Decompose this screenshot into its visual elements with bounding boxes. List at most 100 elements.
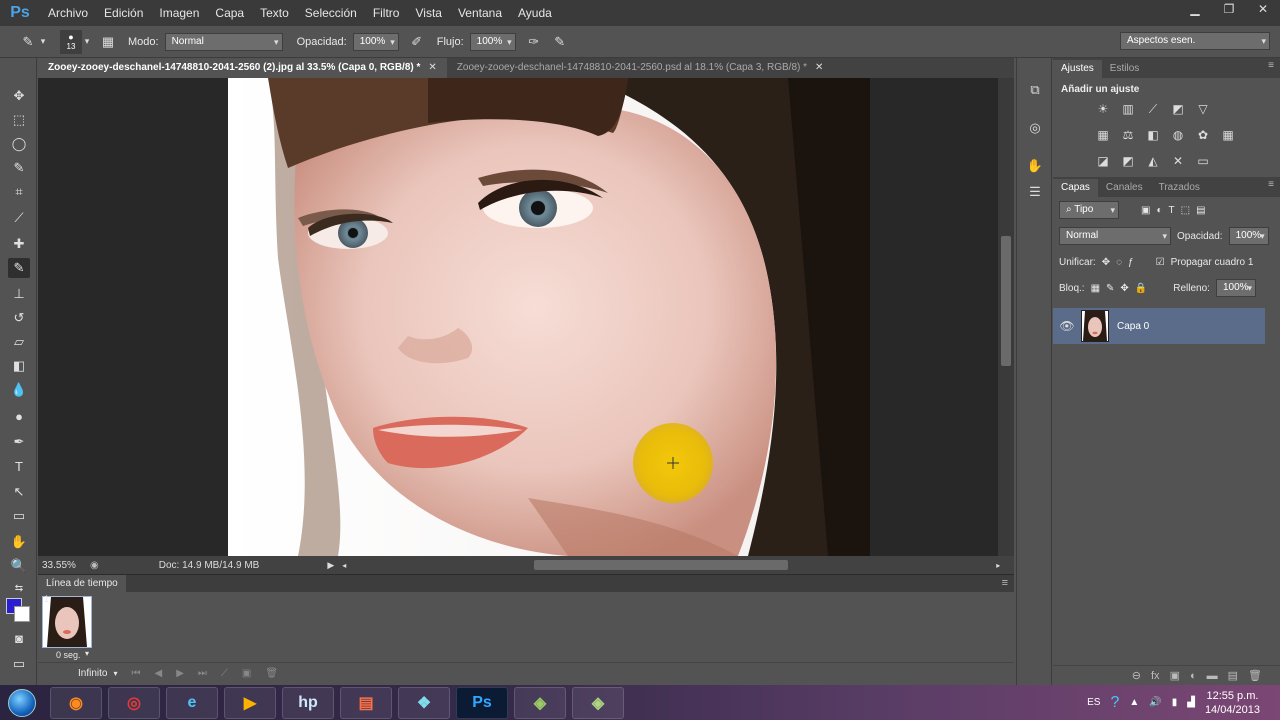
scrollbar-thumb[interactable] <box>1001 236 1011 366</box>
chevron-down-icon[interactable]: ▾ <box>38 32 48 52</box>
new-layer-icon[interactable]: ▤ <box>1228 669 1238 682</box>
vertical-scrollbar[interactable] <box>998 78 1014 556</box>
layer-opacity-field[interactable]: 100% <box>1228 227 1269 245</box>
chevron-down-icon[interactable]: ▾ <box>82 32 92 52</box>
menu-ventana[interactable]: Ventana <box>450 6 510 20</box>
lock-transparency-icon[interactable]: ▦ <box>1091 283 1100 294</box>
hand-tool-icon[interactable]: ✋ <box>8 532 30 552</box>
flow-field[interactable]: 100% <box>469 32 516 51</box>
loop-select[interactable]: Infinito <box>78 668 107 679</box>
brush-size-picker[interactable]: ● 13 <box>60 29 82 54</box>
brush-panel-icon[interactable]: ▦ <box>98 32 118 52</box>
help-icon[interactable]: ? <box>1110 694 1119 712</box>
tween-icon[interactable]: ⟋ <box>221 668 228 679</box>
eye-icon[interactable]: 👁 <box>1053 319 1081 333</box>
unify-style-icon[interactable]: ƒ <box>1128 257 1134 268</box>
channel-mixer-icon[interactable]: ✿ <box>1193 125 1213 145</box>
black-white-icon[interactable]: ◧ <box>1143 125 1163 145</box>
move-tool-icon[interactable]: ✥ <box>8 86 30 106</box>
next-frame-icon[interactable]: ⏭ <box>198 668 207 679</box>
gradient-map-icon[interactable]: ▭ <box>1193 151 1213 171</box>
properties-icon[interactable]: ◎ <box>1025 120 1045 140</box>
color-lookup-icon[interactable]: ▦ <box>1218 125 1238 145</box>
background-color-swatch[interactable] <box>14 606 30 622</box>
adjustment-filter-icon[interactable]: ◐ <box>1156 205 1162 216</box>
tab-ajustes[interactable]: Ajustes <box>1053 60 1102 78</box>
first-frame-icon[interactable]: ⏮ <box>131 668 140 679</box>
marquee-tool-icon[interactable]: ⬚ <box>8 110 30 130</box>
crop-tool-icon[interactable]: ⌗ <box>8 182 30 202</box>
timeline-tab[interactable]: Línea de tiempo <box>38 575 126 593</box>
trash-icon[interactable]: 🗑 <box>1248 669 1262 682</box>
close-tab-icon[interactable]: ✕ <box>815 58 823 78</box>
history-brush-tool-icon[interactable]: ↺ <box>8 308 30 328</box>
tab-trazados[interactable]: Trazados <box>1151 179 1208 197</box>
volume-icon[interactable]: 🔊 <box>1149 697 1161 708</box>
color-balance-icon[interactable]: ⚖ <box>1118 125 1138 145</box>
invert-icon[interactable]: ◪ <box>1093 151 1113 171</box>
photoshop-taskbar-icon[interactable]: Ps <box>456 686 508 719</box>
mask-icon[interactable]: ▣ <box>1170 669 1180 682</box>
screen-mode-icon[interactable]: ▭ <box>8 654 30 674</box>
folder-icon[interactable]: ▬ <box>1207 670 1218 682</box>
smart-object-filter-icon[interactable]: ▤ <box>1196 205 1205 216</box>
menu-archivo[interactable]: Archivo <box>40 6 96 20</box>
tab-capas[interactable]: Capas <box>1053 179 1098 197</box>
healing-brush-tool-icon[interactable]: ✚ <box>8 234 30 254</box>
blur-tool-icon[interactable]: 💧 <box>8 380 30 400</box>
checkbox-checked-icon[interactable]: ☑ <box>1156 257 1165 268</box>
layer-kind-filter[interactable]: ⌕ Tipo <box>1059 201 1119 219</box>
menu-filtro[interactable]: Filtro <box>365 6 408 20</box>
brush-presets-icon[interactable]: ✋ <box>1025 158 1045 178</box>
tab-document-2[interactable]: Zooey-zooey-deschanel-14748810-2041-2560… <box>447 58 834 78</box>
chevron-down-icon[interactable]: ▾ <box>85 649 89 658</box>
media-player-icon[interactable]: ▶ <box>224 686 276 719</box>
menu-texto[interactable]: Texto <box>252 6 297 20</box>
tab-canales[interactable]: Canales <box>1098 179 1151 197</box>
document-canvas[interactable] <box>38 78 998 556</box>
opacity-field[interactable]: 100% <box>352 32 399 51</box>
dodge-tool-icon[interactable]: ● <box>8 406 30 426</box>
quick-selection-tool-icon[interactable]: ✎ <box>8 158 30 178</box>
trash-icon[interactable]: 🗑 <box>265 668 278 679</box>
type-filter-icon[interactable]: T <box>1169 205 1175 216</box>
panel-menu-icon[interactable]: ≡ <box>1268 60 1274 71</box>
fill-field[interactable]: 100% <box>1215 279 1256 297</box>
camtasia-icon[interactable]: ◈ <box>514 686 566 719</box>
menu-seleccion[interactable]: Selección <box>297 6 365 20</box>
close-tab-icon[interactable]: ✕ <box>428 58 436 78</box>
lock-all-icon[interactable]: 🔒 <box>1135 283 1147 294</box>
mode-select[interactable]: Normal <box>164 32 283 51</box>
menu-imagen[interactable]: Imagen <box>151 6 207 20</box>
quick-mask-icon[interactable]: ◙ <box>8 628 30 648</box>
eraser-tool-icon[interactable]: ▱ <box>8 332 30 352</box>
type-tool-icon[interactable]: T <box>8 456 30 476</box>
adjustment-layer-icon[interactable]: ◐ <box>1190 670 1197 682</box>
close-icon[interactable]: ✕ <box>1246 0 1280 20</box>
menu-edicion[interactable]: Edición <box>96 6 151 20</box>
workspace-select[interactable]: Aspectos esen. <box>1120 32 1270 50</box>
tab-estilos[interactable]: Estilos <box>1102 60 1147 78</box>
scrollbar-thumb[interactable] <box>534 560 789 570</box>
link-icon[interactable]: ⊖ <box>1132 669 1141 682</box>
blend-mode-select[interactable]: Normal <box>1059 227 1171 245</box>
clone-stamp-tool-icon[interactable]: ⊥ <box>8 284 30 304</box>
brush-tool-preset-icon[interactable]: ✎ <box>18 32 38 52</box>
hp-icon[interactable]: hp <box>282 686 334 719</box>
horizontal-scrollbar[interactable] <box>346 556 996 574</box>
pen-tool-icon[interactable]: ✒ <box>8 432 30 452</box>
zoom-level[interactable]: 33.55% <box>42 560 88 571</box>
clock[interactable]: 12:55 p.m. 14/04/2013 <box>1205 689 1260 717</box>
lock-pixels-icon[interactable]: ✎ <box>1106 283 1114 294</box>
recorder-icon[interactable]: ◈ <box>572 686 624 719</box>
chrome-icon[interactable]: ◎ <box>108 686 160 719</box>
panel-menu-icon[interactable]: ≡ <box>1268 179 1274 190</box>
restore-icon[interactable]: ❐ <box>1212 0 1246 20</box>
ie-icon[interactable]: e <box>166 686 218 719</box>
brush-tool-icon[interactable]: ✎ <box>8 258 30 278</box>
menu-ayuda[interactable]: Ayuda <box>510 6 560 20</box>
shape-tool-icon[interactable]: ▭ <box>8 506 30 526</box>
printer-icon[interactable]: ▤ <box>340 686 392 719</box>
battery-icon[interactable]: ▮ <box>1172 697 1178 708</box>
lasso-tool-icon[interactable]: ◯ <box>8 134 30 154</box>
